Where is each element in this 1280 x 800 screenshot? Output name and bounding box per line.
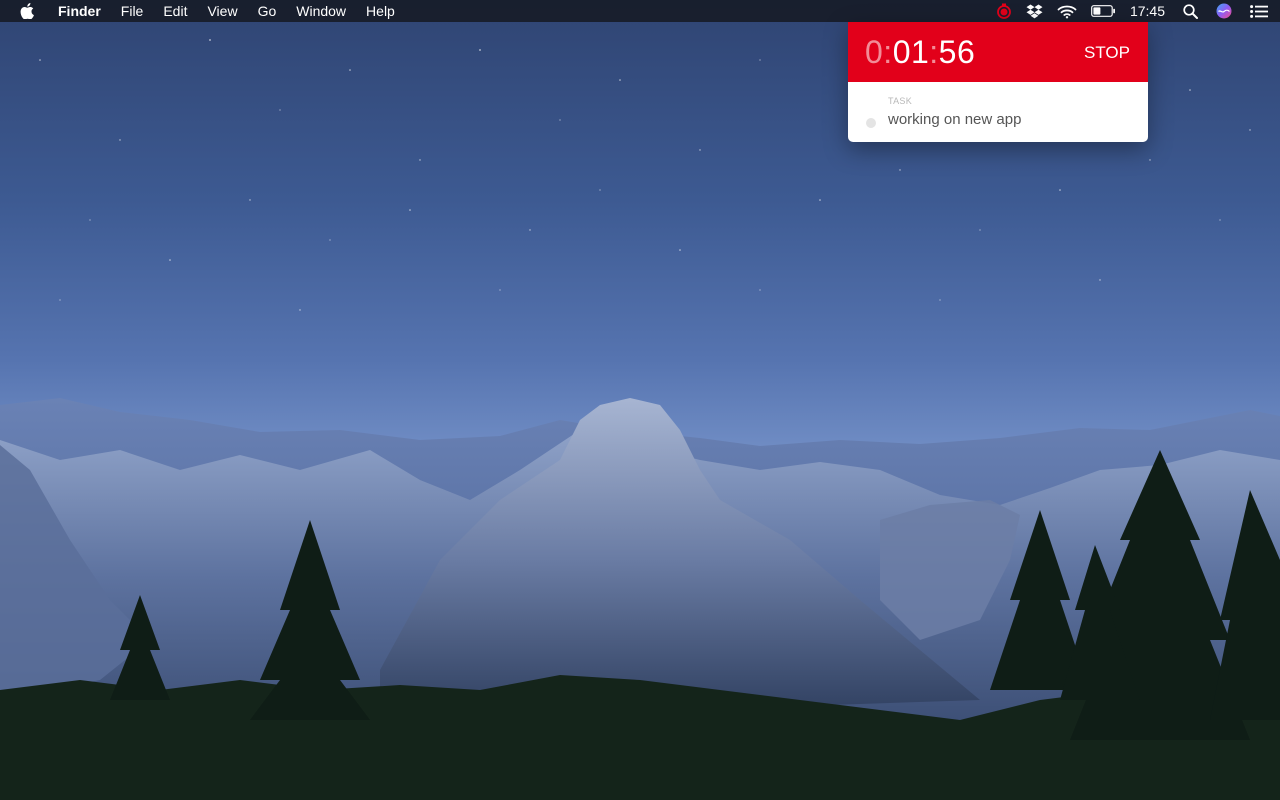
menu-go[interactable]: Go	[248, 0, 287, 22]
apple-menu-icon[interactable]	[0, 3, 48, 19]
timer-seconds: 56	[938, 34, 976, 70]
timer-popover: 0:01:56 STOP TASK working on new app	[848, 22, 1148, 142]
battery-icon[interactable]	[1091, 0, 1116, 22]
dropbox-icon[interactable]	[1026, 0, 1043, 22]
task-label: TASK	[888, 96, 913, 106]
wifi-icon[interactable]	[1057, 0, 1077, 22]
timer-icon[interactable]	[996, 0, 1012, 22]
menu-view[interactable]: View	[197, 0, 247, 22]
elapsed-time: 0:01:56	[865, 34, 975, 71]
siri-icon[interactable]	[1216, 0, 1232, 22]
timer-minutes: 01	[892, 34, 930, 70]
menu-clock[interactable]: 17:45	[1130, 0, 1165, 22]
menu-app-finder[interactable]: Finder	[48, 0, 111, 22]
task-section: TASK working on new app	[848, 82, 1148, 142]
timer-header: 0:01:56 STOP	[848, 22, 1148, 82]
timer-separator: :	[883, 34, 893, 70]
timer-separator: :	[929, 34, 939, 70]
spotlight-icon[interactable]	[1183, 0, 1198, 22]
menu-window[interactable]: Window	[286, 0, 356, 22]
menu-help[interactable]: Help	[356, 0, 405, 22]
notification-center-icon[interactable]	[1250, 0, 1268, 22]
project-color-dot[interactable]	[866, 118, 876, 128]
menu-bar: Finder File Edit View Go Window Help 17:…	[0, 0, 1280, 22]
menu-file[interactable]: File	[111, 0, 154, 22]
stop-button[interactable]: STOP	[1084, 43, 1130, 63]
timer-hours: 0	[865, 34, 884, 70]
task-name-field[interactable]: working on new app	[888, 111, 1021, 128]
menu-edit[interactable]: Edit	[153, 0, 197, 22]
